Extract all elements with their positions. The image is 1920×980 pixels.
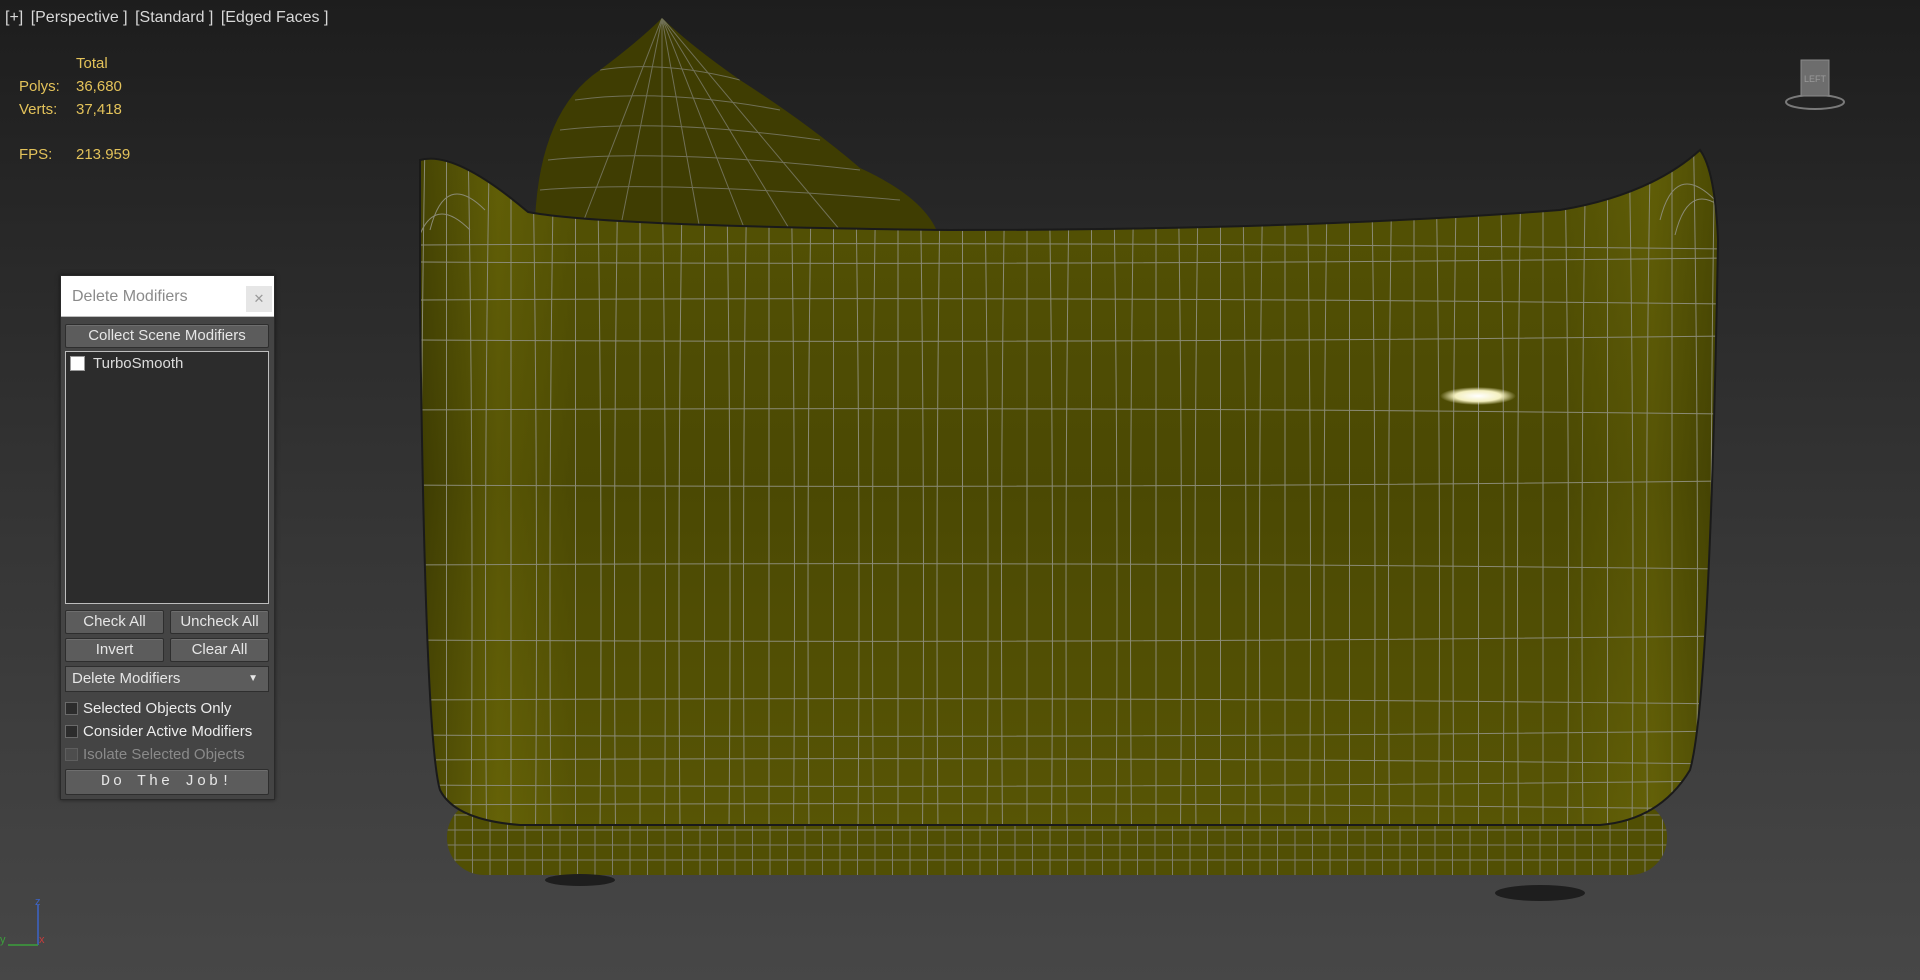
svg-text:z: z [35,896,41,908]
svg-text:y: y [0,934,6,946]
do-the-job-button[interactable]: Do The Job! [65,769,269,795]
selected-objects-only-checkbox[interactable]: Selected Objects Only [65,700,231,717]
svg-text:x: x [39,934,45,946]
check-all-button[interactable]: Check All [65,610,164,634]
collect-scene-modifiers-button[interactable]: Collect Scene Modifiers [65,324,269,348]
checkbox-label: Consider Active Modifiers [83,723,253,740]
viewcube-icon[interactable]: LEFT [1785,58,1845,114]
consider-active-modifiers-checkbox[interactable]: Consider Active Modifiers [65,723,252,740]
uncheck-all-button[interactable]: Uncheck All [170,610,269,634]
invert-button[interactable]: Invert [65,638,164,662]
checkbox-box [65,748,78,761]
dialog-titlebar[interactable]: Delete Modifiers ✕ [61,276,274,317]
dialog-title: Delete Modifiers [72,288,188,305]
checkbox-label: Isolate Selected Objects [83,746,245,763]
checkbox-box[interactable] [65,702,78,715]
checkbox-box[interactable] [65,725,78,738]
clear-all-button[interactable]: Clear All [170,638,269,662]
chevron-down-icon: ▼ [248,673,258,684]
axis-tripod-icon: z y x [0,896,45,946]
action-dropdown-value: Delete Modifiers [72,670,181,687]
delete-modifiers-dialog: Delete Modifiers ✕ Collect Scene Modifie… [60,275,275,800]
isolate-selected-objects-checkbox: Isolate Selected Objects [65,746,245,763]
modifier-checkbox[interactable] [70,356,85,371]
list-item[interactable]: TurboSmooth [70,355,183,372]
viewcube-face-label: LEFT [1804,74,1827,84]
checkbox-label: Selected Objects Only [83,700,232,717]
modifier-label: TurboSmooth [93,355,184,372]
modifier-list[interactable]: TurboSmooth [65,351,269,604]
close-icon[interactable]: ✕ [246,286,272,312]
action-dropdown[interactable]: Delete Modifiers ▼ [65,666,269,692]
sofa-model[interactable] [0,0,1920,980]
